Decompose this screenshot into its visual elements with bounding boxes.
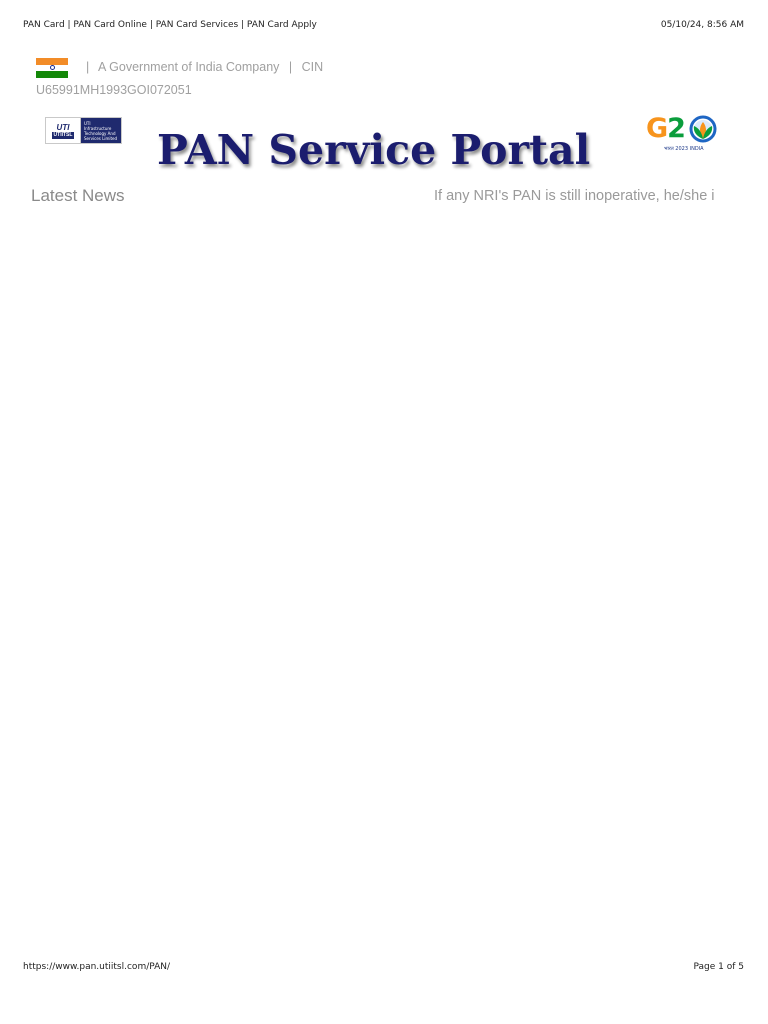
print-footer: https://www.pan.utiitsl.com/PAN/ Page 1 … xyxy=(23,962,744,972)
uti-badge-icon: UTI UTIITSL xyxy=(46,118,81,143)
g20-lotus-globe-icon xyxy=(689,115,717,143)
cin-value: U65991MH1993GOI072051 xyxy=(36,83,192,97)
print-page-number: Page 1 of 5 xyxy=(693,962,745,972)
cin-label: CIN xyxy=(301,60,324,74)
uti-description: UTI Infrastructure Technology And Servic… xyxy=(84,121,118,141)
print-page-title: PAN Card | PAN Card Online | PAN Card Se… xyxy=(23,20,317,30)
utiitsl-logo[interactable]: UTI UTIITSL UTI Infrastructure Technolog… xyxy=(45,117,122,144)
print-datetime: 05/10/24, 8:56 AM xyxy=(660,20,744,30)
g20-logo: G2 भारत 2023 INDIA xyxy=(646,113,724,157)
portal-title: PAN Service Portal xyxy=(157,126,591,174)
company-info: | A Government of India Company | CIN xyxy=(80,56,323,78)
news-ticker[interactable]: If any NRI's PAN is still inoperative, h… xyxy=(434,188,734,204)
india-flag-icon xyxy=(36,58,68,78)
g20-subtitle: भारत 2023 INDIA xyxy=(664,146,704,152)
separator: | xyxy=(86,60,90,74)
company-text: A Government of India Company xyxy=(98,60,280,74)
print-url: https://www.pan.utiitsl.com/PAN/ xyxy=(23,962,171,972)
latest-news-label: Latest News xyxy=(31,186,125,205)
separator: | xyxy=(288,60,293,74)
print-header: PAN Card | PAN Card Online | PAN Card Se… xyxy=(23,20,744,30)
